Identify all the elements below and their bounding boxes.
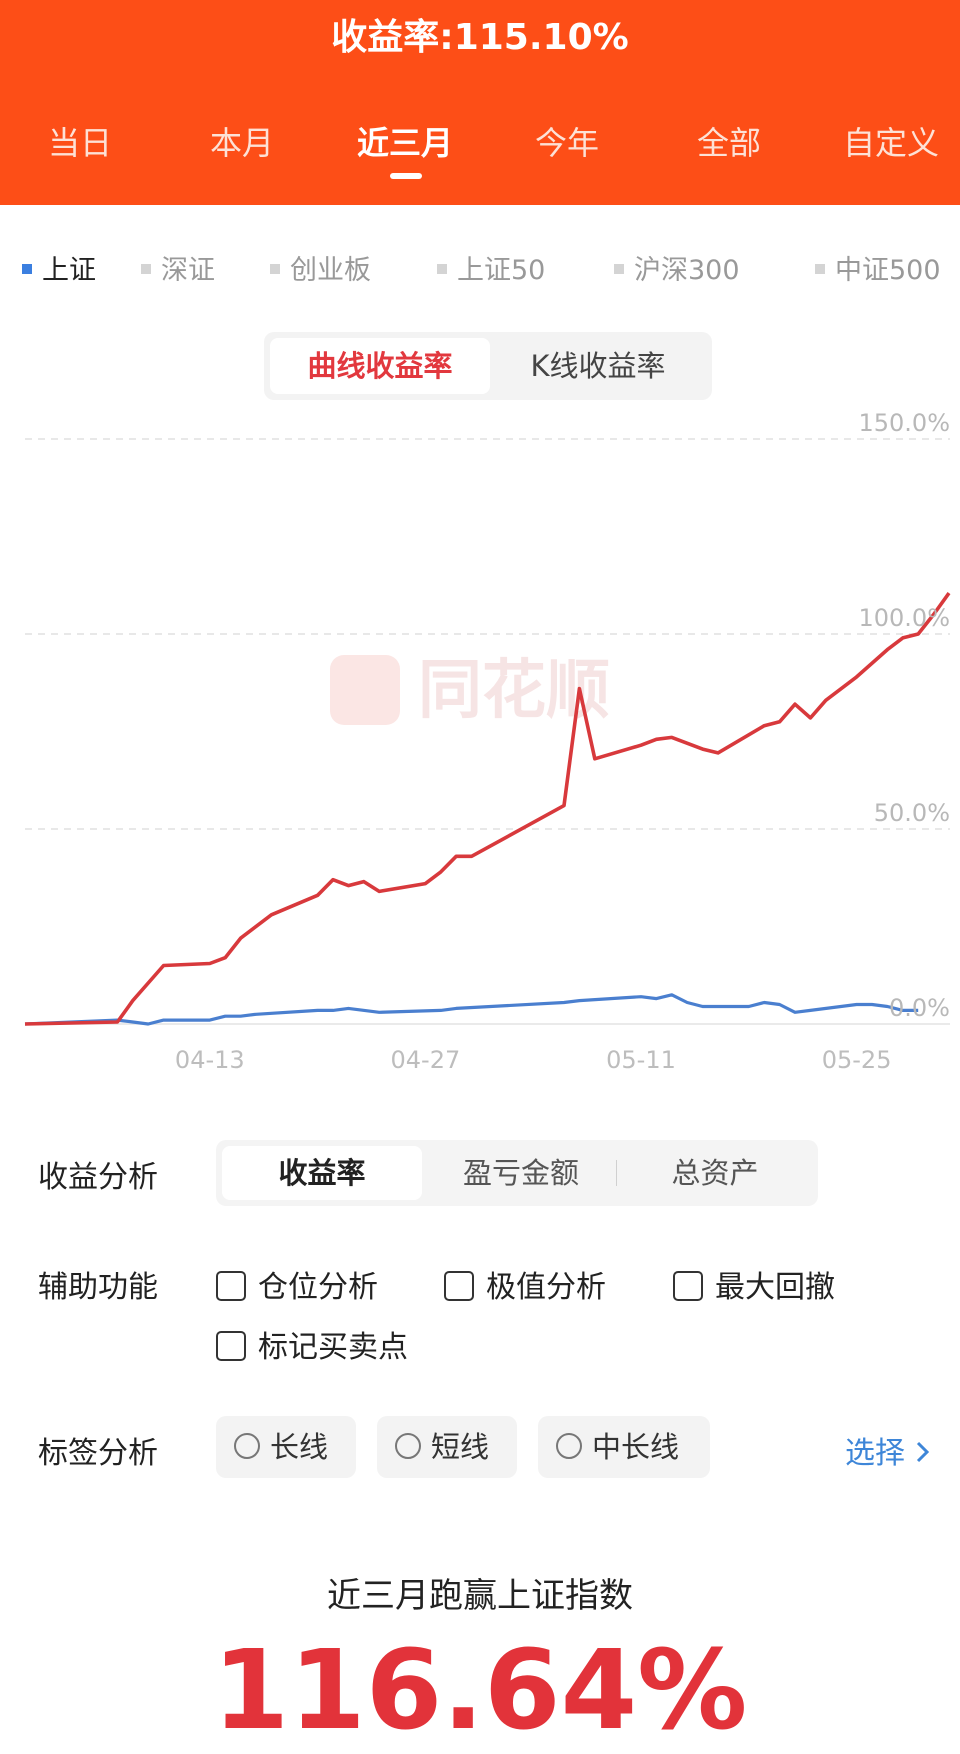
analysis-label: 收益分析 [38,1160,158,1195]
select-tags-link[interactable]: 选择 [845,1428,931,1472]
curve-return-button[interactable]: 曲线收益率 [270,338,490,394]
radio-icon [556,1433,582,1459]
checkbox-icon [673,1270,703,1301]
index-csi500[interactable]: 中证500 [815,248,941,287]
tab-three-months[interactable]: 近三月 [340,118,470,164]
legend-square-icon [270,263,280,274]
max-drawdown-checkbox[interactable]: 最大回撤 [673,1262,835,1306]
header-bar: 收益率:115.10% 当日 本月 近三月 今年 全部 自定义 [0,0,960,205]
legend-square-icon [437,263,447,274]
outperform-title: 近三月跑赢上证指数 [327,1576,633,1616]
kline-return-button[interactable]: K线收益率 [490,338,706,394]
checkbox-icon [216,1330,246,1361]
x-tick-label: 05-11 [606,1046,676,1070]
checkbox-icon [444,1270,474,1301]
index-shenzhen[interactable]: 深证 [141,248,215,287]
tag-long-term[interactable]: 长线 [216,1416,356,1478]
outperform-value: 116.64% [212,1626,748,1754]
checkbox-icon [216,1270,246,1301]
x-tick-label: 04-13 [175,1046,245,1070]
y-tick-label: 100.0% [858,604,950,632]
tags-label: 标签分析 [38,1436,158,1471]
profit-loss-option[interactable]: 盈亏金额 [426,1146,616,1200]
tab-today[interactable]: 当日 [15,118,145,164]
tag-mid-long-term[interactable]: 中长线 [538,1416,710,1478]
active-tab-indicator [390,173,422,179]
index-csi300[interactable]: 沪深300 [614,248,740,287]
index-shanghai[interactable]: 上证 [22,248,96,287]
x-tick-label: 04-27 [391,1046,461,1070]
tab-custom[interactable]: 自定义 [826,118,956,164]
y-tick-label: 150.0% [858,409,950,437]
return-chart: 同花顺 150.0% 100.0% 50.0% 0.0% 04-13 04-27 05-11… [24,409,951,1070]
return-rate-title: 收益率:115.10% [331,17,629,58]
index-sse50[interactable]: 上证50 [437,248,545,287]
tab-this-month[interactable]: 本月 [177,118,307,164]
y-tick-label: 0.0% [889,994,950,1022]
index-chinext[interactable]: 创业板 [270,248,371,287]
aux-label: 辅助功能 [38,1270,158,1305]
legend-square-icon [815,263,825,274]
y-tick-label: 50.0% [874,799,950,827]
x-tick-label: 05-25 [822,1046,892,1070]
total-assets-option[interactable]: 总资产 [618,1146,812,1200]
chevron-right-icon [916,1441,929,1462]
extreme-analysis-checkbox[interactable]: 极值分析 [444,1262,606,1306]
analysis-segmented-control: 收益率 盈亏金额 总资产 [216,1140,818,1206]
tab-all[interactable]: 全部 [664,118,794,164]
tag-short-term[interactable]: 短线 [377,1416,517,1478]
radio-icon [234,1433,260,1459]
tab-this-year[interactable]: 今年 [502,118,632,164]
segment-divider [616,1160,617,1186]
legend-square-icon [141,263,151,274]
index-series-line [24,993,919,1026]
watermark-logo: 同花顺 [330,654,610,728]
position-analysis-checkbox[interactable]: 仓位分析 [216,1262,378,1306]
radio-icon [395,1433,421,1459]
return-rate-option[interactable]: 收益率 [222,1146,422,1200]
watermark-logo-icon [330,655,400,725]
legend-square-icon [614,263,624,274]
legend-square-icon [22,263,32,274]
mark-trades-checkbox[interactable]: 标记买卖点 [216,1322,408,1366]
